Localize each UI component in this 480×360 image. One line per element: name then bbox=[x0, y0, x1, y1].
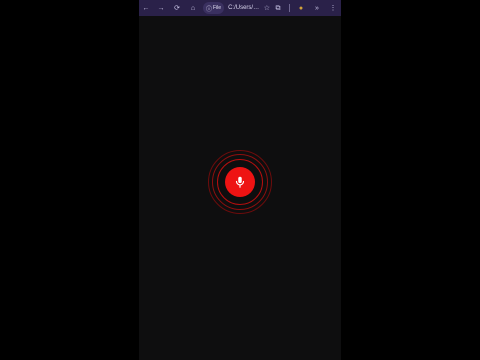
reload-icon: ⟳ bbox=[174, 4, 180, 12]
back-icon: ← bbox=[142, 4, 150, 12]
microphone-button[interactable] bbox=[225, 167, 255, 197]
address-bar[interactable]: C:/Users/… bbox=[228, 5, 259, 11]
microphone-icon bbox=[235, 176, 245, 188]
profile-button[interactable]: ● bbox=[293, 0, 309, 16]
page-content bbox=[139, 16, 341, 360]
info-icon: ⓘ bbox=[206, 6, 213, 13]
menu-button[interactable]: ⋮ bbox=[325, 0, 341, 16]
reload-button[interactable]: ⟳ bbox=[169, 0, 185, 16]
file-scheme-label: File bbox=[213, 5, 222, 11]
kebab-menu-icon: ⋮ bbox=[329, 4, 337, 12]
back-button[interactable]: ← bbox=[139, 0, 153, 16]
home-button[interactable]: ⌂ bbox=[185, 0, 201, 16]
home-icon: ⌂ bbox=[190, 4, 196, 12]
chevrons-right-icon: » bbox=[315, 4, 319, 12]
site-info-chip[interactable]: ⓘ File bbox=[203, 2, 225, 14]
browser-window: ← → ⟳ ⌂ ⓘ File C:/Users/… ☆ ⧉ ● » ⋮ bbox=[139, 0, 341, 360]
overflow-button[interactable]: » bbox=[309, 0, 325, 16]
forward-icon: → bbox=[157, 4, 165, 12]
browser-toolbar: ← → ⟳ ⌂ ⓘ File C:/Users/… ☆ ⧉ ● » ⋮ bbox=[139, 0, 341, 16]
toolbar-divider bbox=[289, 4, 290, 12]
forward-button[interactable]: → bbox=[153, 0, 169, 16]
extension-icon: ⧉ bbox=[275, 4, 281, 12]
extensions-button[interactable]: ⧉ bbox=[270, 0, 286, 16]
profile-icon: ● bbox=[298, 4, 304, 12]
